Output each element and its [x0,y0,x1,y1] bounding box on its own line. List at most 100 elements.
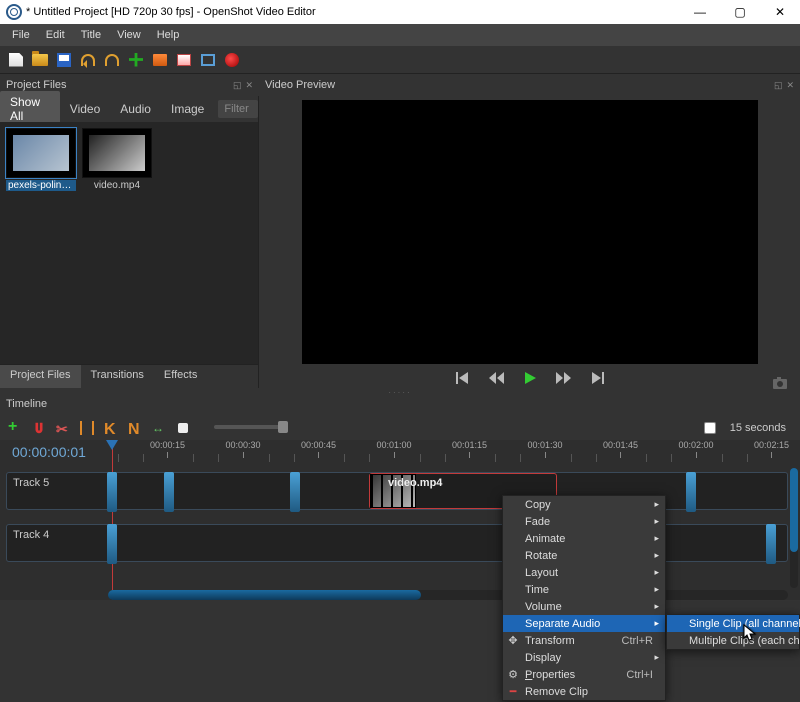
undo-icon[interactable] [80,52,96,68]
scrollbar-thumb[interactable] [108,590,421,600]
context-menu-item[interactable]: Fade [503,513,665,530]
fullscreen-icon[interactable] [200,52,216,68]
redo-icon[interactable] [104,52,120,68]
save-project-icon[interactable] [56,52,72,68]
timeline-h-scrollbar[interactable] [108,590,788,600]
context-menu-item[interactable]: Time [503,581,665,598]
ruler-minor-tick [218,454,219,462]
ruler-minor-tick [269,454,270,462]
project-file-label: pexels-polina-ta... [6,180,76,191]
bottom-tab-transitions[interactable]: Transitions [81,365,154,388]
context-menu-item[interactable]: ━Remove Clip [503,683,665,700]
zoom-slider-handle[interactable] [278,421,288,433]
timeline-track[interactable]: Track 5 video.mp4 [6,472,788,510]
menu-help[interactable]: Help [149,27,188,43]
add-track-icon[interactable]: + [8,421,22,435]
splitter-handle[interactable]: ····· [0,388,800,396]
window-titlebar[interactable]: * Untitled Project [HD 720p 30 fps] - Op… [0,0,800,24]
choose-profile-icon[interactable] [176,52,192,68]
snap-icon[interactable] [32,421,46,435]
context-menu-item[interactable]: Animate [503,530,665,547]
project-file-item[interactable]: pexels-polina-ta... [6,128,76,191]
center-playhead-icon[interactable]: ↔ [152,421,166,435]
fast-forward-icon[interactable] [556,370,572,386]
context-submenu-item[interactable]: Multiple Clips (each channel) [667,632,799,649]
track-edge-handle[interactable] [107,524,117,564]
new-project-icon[interactable] [8,52,24,68]
timeline-track[interactable]: Track 4 [6,524,788,562]
timeline-v-scrollbar[interactable] [790,468,798,588]
bottom-tab-project-files[interactable]: Project Files [0,365,81,388]
video-preview-close-icon[interactable]: ✕ [786,80,794,91]
project-file-item[interactable]: video.mp4 [82,128,152,191]
context-menu-item[interactable]: Layout [503,564,665,581]
clip-label: video.mp4 [388,477,442,489]
menu-title[interactable]: Title [73,27,109,43]
context-menu-item[interactable]: Copy [503,496,665,513]
context-menu-item[interactable]: Display [503,649,665,666]
add-marker-icon[interactable] [80,421,94,435]
menu-file[interactable]: File [4,27,38,43]
timeline-body[interactable]: 00:00:00:01 00:00:1500:00:3000:00:4500:0… [0,440,800,600]
ruler-tick: 00:00:15 [150,440,185,458]
menubar: File Edit Title View Help [0,24,800,46]
playhead[interactable] [112,440,113,600]
rewind-icon[interactable] [488,370,504,386]
window-minimize-button[interactable]: — [680,0,720,24]
window-title: * Untitled Project [HD 720p 30 fps] - Op… [26,6,680,18]
context-menu-item[interactable]: Separate Audio [503,615,665,632]
context-menu-item[interactable]: Volume [503,598,665,615]
ruler-tick: 00:02:15 [754,440,789,458]
scrollbar-thumb[interactable] [790,468,798,552]
tab-image[interactable]: Image [161,98,214,120]
filter-input[interactable]: Filter [218,100,258,118]
next-marker-icon[interactable]: N [128,421,142,435]
ruler-minor-tick [520,454,521,462]
ruler-tick: 00:02:00 [679,440,714,458]
snapping-checkbox[interactable] [704,422,716,434]
window-close-button[interactable]: ✕ [760,0,800,24]
project-files-float-icon[interactable]: ◱ [233,80,242,91]
project-files-grid[interactable]: pexels-polina-ta... video.mp4 [0,122,258,364]
track-edge-handle[interactable] [766,524,776,564]
menu-edit[interactable]: Edit [38,27,73,43]
open-project-icon[interactable] [32,52,48,68]
track-edge-handle[interactable] [107,472,117,512]
project-files-close-icon[interactable]: ✕ [245,80,253,91]
track-edge-handle[interactable] [164,472,174,512]
bottom-tab-effects[interactable]: Effects [154,365,207,388]
jump-start-icon[interactable] [454,370,470,386]
tab-audio[interactable]: Audio [110,98,161,120]
export-video-icon[interactable] [224,52,240,68]
prev-marker-icon[interactable]: K [104,421,118,435]
snapshot-icon[interactable] [772,375,788,391]
menu-view[interactable]: View [109,27,149,43]
ruler-tick: 00:01:30 [528,440,563,458]
video-preview-float-icon[interactable]: ◱ [774,80,783,91]
import-files-icon[interactable] [128,52,144,68]
playhead-handle-icon[interactable] [106,440,118,450]
preview-controls [259,368,800,388]
jump-end-icon[interactable] [590,370,606,386]
context-menu-item[interactable]: ⚙PropertiesCtrl+I [503,666,665,683]
window-maximize-button[interactable]: ▢ [720,0,760,24]
timeline-settings-icon[interactable] [178,423,188,433]
snapping-label: 15 seconds [730,422,786,434]
separate-audio-submenu: Single Clip (all channels)Multiple Clips… [666,614,800,650]
project-files-filter-tabs: Show All Video Audio Image Filter [0,96,258,122]
upper-panes: Show All Video Audio Image Filter pexels… [0,96,800,388]
tab-video[interactable]: Video [60,98,110,120]
choose-files-icon[interactable] [152,52,168,68]
context-menu-item[interactable]: Rotate [503,547,665,564]
track-edge-handle[interactable] [686,472,696,512]
context-menu-item[interactable]: ✥TransformCtrl+R [503,632,665,649]
video-preview-canvas[interactable] [302,100,758,364]
project-files-bottom-tabs: Project Files Transitions Effects [0,364,258,388]
ruler-minor-tick [118,454,119,462]
track-edge-handle[interactable] [290,472,300,512]
zoom-slider[interactable] [214,425,286,429]
context-submenu-item[interactable]: Single Clip (all channels) [667,615,799,632]
razor-icon[interactable]: ✂ [56,421,70,435]
main-toolbar [0,46,800,74]
play-icon[interactable] [522,370,538,386]
